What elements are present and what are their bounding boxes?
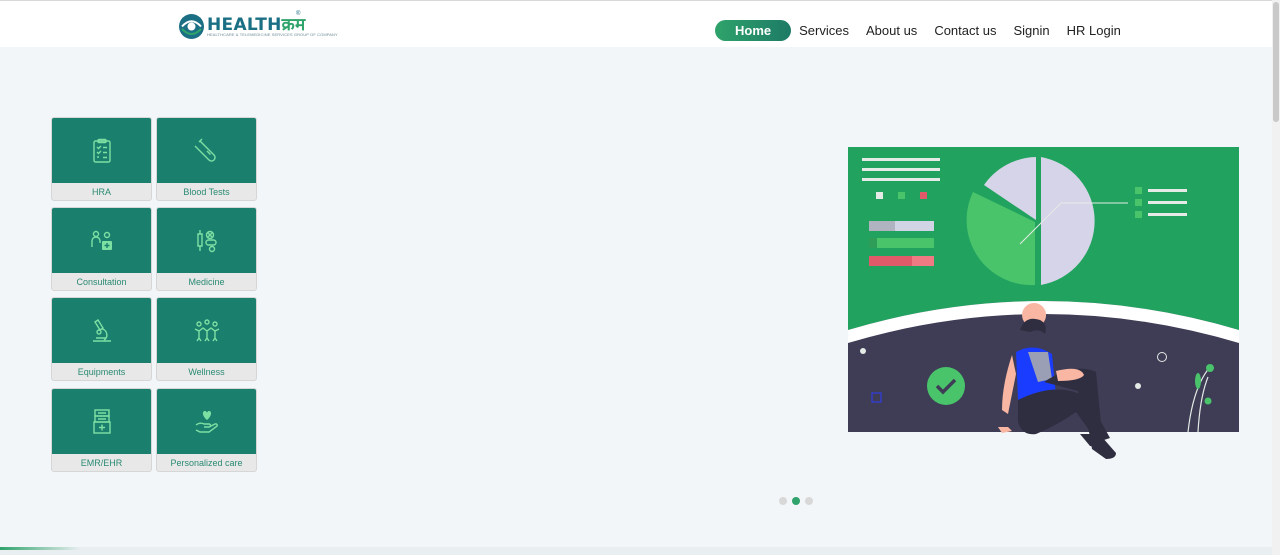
service-tile-equipments[interactable]: Equipments: [51, 297, 152, 381]
nav-about-us[interactable]: About us: [866, 23, 917, 38]
medical-records-icon: [92, 408, 111, 434]
site-header: HEALTHक्रम ® HEALTHCARE & TELEMEDICINE S…: [0, 0, 1272, 47]
medicine-pills-icon: [196, 229, 217, 252]
carousel-indicators: [779, 497, 818, 505]
heart-hand-icon: [195, 410, 218, 433]
section-divider-accent: [0, 547, 80, 550]
page-scrollbar[interactable]: [1272, 0, 1280, 555]
nav-signin[interactable]: Signin: [1013, 23, 1049, 38]
hero-illustration: [848, 147, 1239, 459]
service-tile-emr-ehr[interactable]: EMR/EHR: [51, 388, 152, 472]
doctor-consultation-icon: [90, 230, 112, 250]
service-tile-blood-tests[interactable]: Blood Tests: [156, 117, 257, 201]
service-tile-personalized-care[interactable]: Personalized care: [156, 388, 257, 472]
service-tile-label: EMR/EHR: [80, 458, 123, 468]
service-tile-label: Medicine: [188, 277, 225, 287]
carousel-dot-3[interactable]: [805, 497, 813, 505]
carousel-dot-1[interactable]: [779, 497, 787, 505]
logo-globe-icon: [179, 14, 204, 39]
brand-registered-mark: ®: [296, 11, 301, 17]
nav-home[interactable]: Home: [715, 19, 792, 41]
section-divider: [0, 547, 1272, 555]
service-tile-label: Wellness: [188, 367, 225, 377]
service-tile-hra[interactable]: HRA: [51, 117, 152, 201]
service-tile-wellness[interactable]: Wellness: [156, 297, 257, 381]
service-tile-label: Equipments: [77, 367, 126, 377]
service-tile-label: HRA: [91, 187, 111, 197]
carousel-dot-2[interactable]: [792, 497, 800, 505]
nav-services[interactable]: Services: [799, 23, 849, 38]
nav-hr-login[interactable]: HR Login: [1067, 23, 1121, 38]
main-nav: Home Services About us Contact us Signin…: [715, 19, 1138, 41]
clipboard-checklist-icon: [92, 138, 111, 163]
wellness-people-icon: [194, 318, 219, 341]
brand-tagline: HEALTHCARE & TELEMEDICINE SERVICES GROUP…: [207, 32, 338, 37]
service-tile-label: Consultation: [76, 277, 127, 287]
check-circle-icon: [927, 367, 965, 405]
scrollbar-thumb[interactable]: [1273, 2, 1279, 122]
service-tile-label: Blood Tests: [183, 187, 230, 197]
test-tube-icon: [194, 138, 216, 162]
service-tile-medicine[interactable]: Medicine: [156, 207, 257, 291]
nav-contact-us[interactable]: Contact us: [934, 23, 996, 38]
service-tile-consultation[interactable]: Consultation: [51, 207, 152, 291]
service-tile-label: Personalized care: [170, 458, 243, 468]
brand-logo[interactable]: HEALTHक्रम ® HEALTHCARE & TELEMEDICINE S…: [178, 11, 338, 41]
microscope-icon: [92, 318, 111, 342]
